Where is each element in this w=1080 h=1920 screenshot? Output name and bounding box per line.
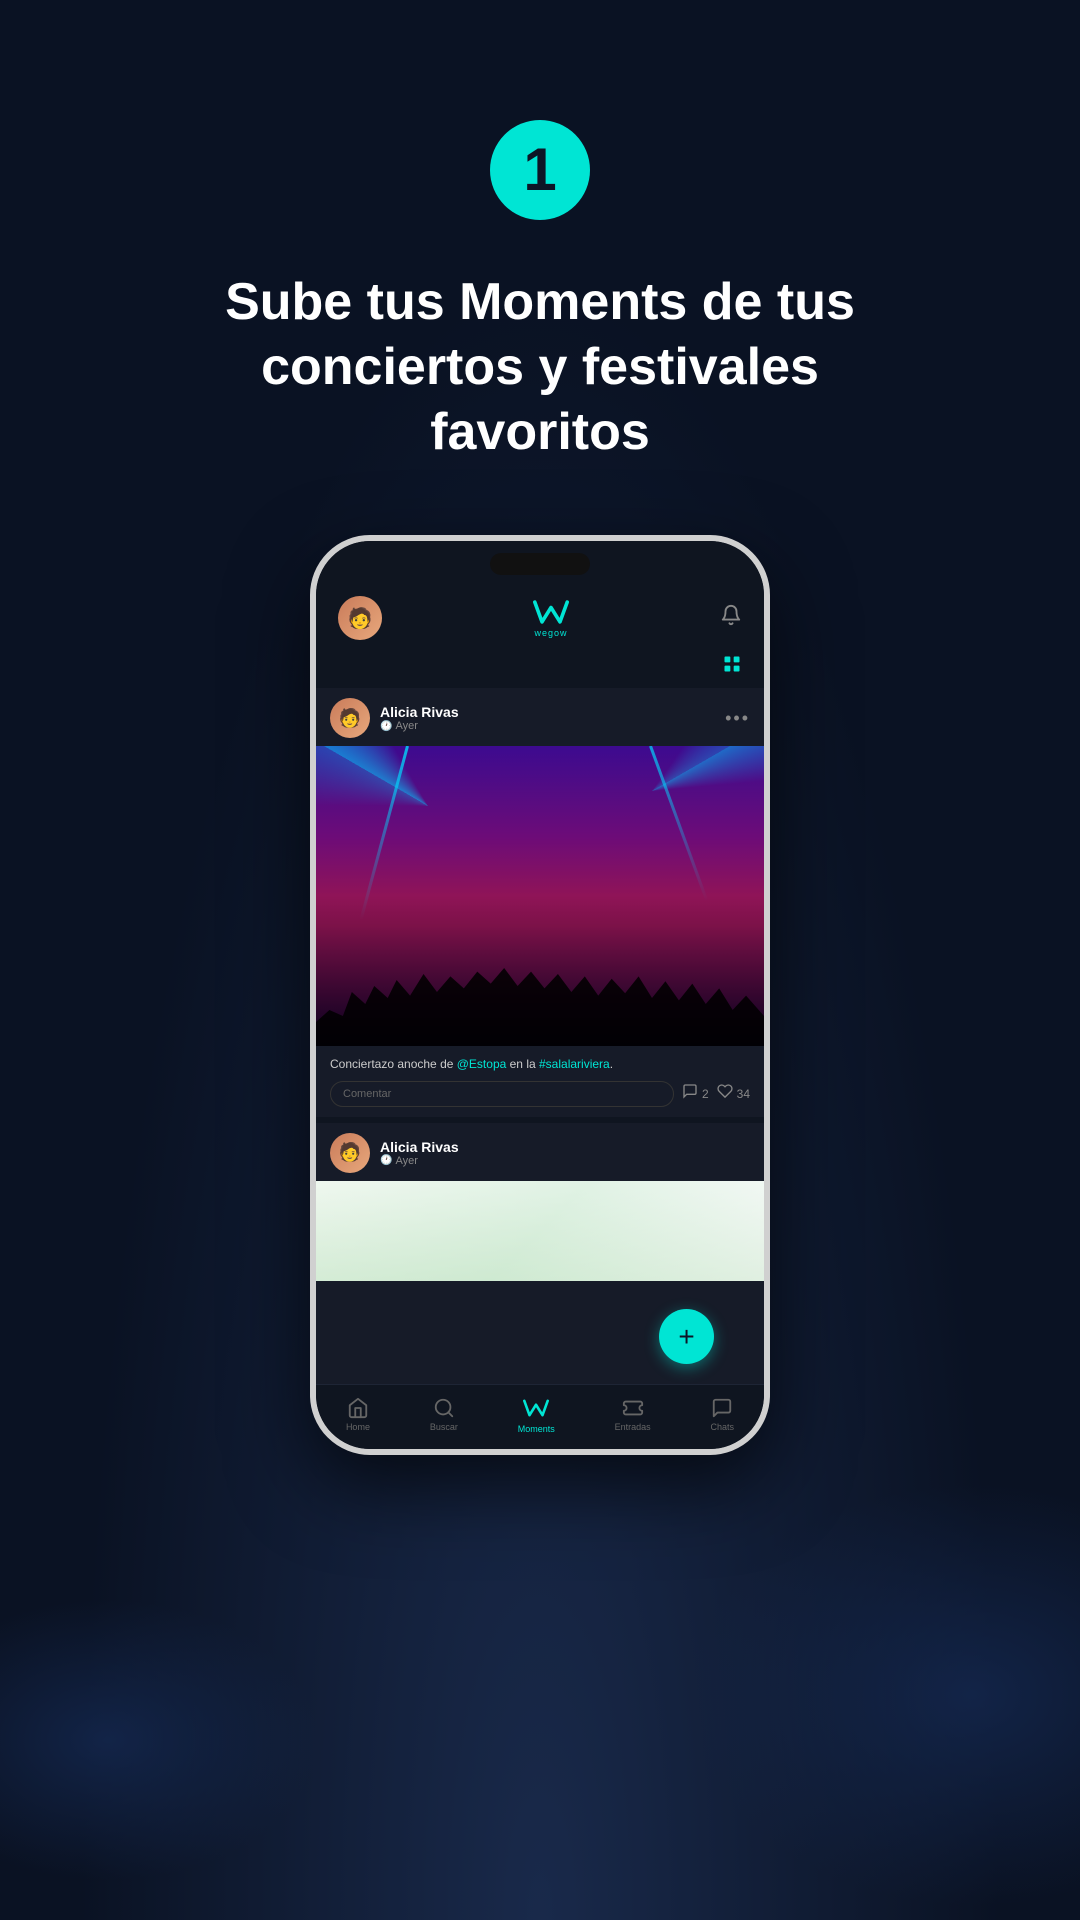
post-actions-1: Comentar 2 <box>330 1081 750 1107</box>
wegow-logo: wegow <box>533 598 569 638</box>
post-user-info-2: 🧑 Alicia Rivas 🕐 Ayer <box>330 1133 459 1173</box>
page-content: 1 Sube tus Moments de tus conciertos y f… <box>0 0 1080 1920</box>
nav-item-buscar[interactable]: Buscar <box>430 1397 458 1432</box>
nav-label-moments: Moments <box>518 1424 555 1434</box>
nav-item-chats[interactable]: Chats <box>711 1397 735 1432</box>
headline-line1: Sube tus Moments de tus <box>225 273 855 331</box>
mention-estopa[interactable]: @Estopa <box>457 1057 507 1071</box>
headline-line2: conciertos y festivales favoritos <box>261 338 819 461</box>
hashtag-sala[interactable]: #salalariviera <box>539 1057 610 1071</box>
wegow-text: wegow <box>534 628 567 638</box>
chats-icon <box>711 1397 733 1419</box>
comment-count: 2 <box>702 1087 709 1101</box>
home-icon <box>347 1397 369 1419</box>
nav-label-buscar: Buscar <box>430 1422 458 1432</box>
ticket-icon <box>622 1397 644 1419</box>
phone-notch <box>490 553 590 575</box>
post-header-2: 🧑 Alicia Rivas 🕐 Ayer <box>316 1123 764 1181</box>
post-more-button-1[interactable]: ••• <box>725 708 750 729</box>
phone-screen: 🧑 wegow <box>316 541 764 1449</box>
nav-label-chats: Chats <box>711 1422 735 1432</box>
search-icon <box>433 1397 455 1419</box>
post-header-1: 🧑 Alicia Rivas 🕐 Ayer <box>316 688 764 746</box>
post-time-2: 🕐 Ayer <box>380 1155 459 1167</box>
concert-image-1 <box>316 746 764 1046</box>
nav-item-entradas[interactable]: Entradas <box>615 1397 651 1432</box>
phone-mockup: 🧑 wegow <box>310 535 770 1455</box>
phone-frame: 🧑 wegow <box>310 535 770 1455</box>
nav-item-moments[interactable]: Moments <box>518 1395 555 1434</box>
headline: Sube tus Moments de tus conciertos y fes… <box>115 270 965 465</box>
post-avatar-2[interactable]: 🧑 <box>330 1133 370 1173</box>
feed: 🧑 Alicia Rivas 🕐 Ayer <box>316 688 764 1384</box>
post-time-1: 🕐 Ayer <box>380 720 459 732</box>
clock-icon-2: 🕐 <box>380 1155 392 1166</box>
clock-icon-1: 🕐 <box>380 721 392 732</box>
step-number: 1 <box>523 140 556 200</box>
wegow-icon <box>533 598 569 626</box>
comment-input-1[interactable]: Comentar <box>330 1081 674 1107</box>
grid-icon-bar <box>316 650 764 688</box>
like-icon <box>717 1083 733 1104</box>
post-username-2: Alicia Rivas <box>380 1139 459 1155</box>
grid-view-icon[interactable] <box>722 654 742 680</box>
step-badge: 1 <box>490 120 590 220</box>
post-user-details-1: Alicia Rivas 🕐 Ayer <box>380 704 459 732</box>
post-card-1: 🧑 Alicia Rivas 🕐 Ayer <box>316 688 764 1117</box>
moments-icon <box>523 1395 549 1421</box>
post-caption-1: Conciertazo anoche de @Estopa en la #sal… <box>330 1056 750 1073</box>
post-user-details-2: Alicia Rivas 🕐 Ayer <box>380 1139 459 1167</box>
nav-label-entradas: Entradas <box>615 1422 651 1432</box>
comment-count-group[interactable]: 2 <box>682 1083 709 1104</box>
nav-label-home: Home <box>346 1422 370 1432</box>
post-user-info-1: 🧑 Alicia Rivas 🕐 Ayer <box>330 698 459 738</box>
fab-add-button[interactable]: + <box>659 1309 714 1364</box>
nav-item-home[interactable]: Home <box>346 1397 370 1432</box>
post-preview-image-2 <box>316 1181 764 1281</box>
comment-icon <box>682 1083 698 1104</box>
like-count: 34 <box>737 1087 750 1101</box>
notification-bell-icon[interactable] <box>720 604 742 632</box>
like-count-group[interactable]: 34 <box>717 1083 750 1104</box>
bottom-navigation: Home Buscar Moments <box>316 1384 764 1449</box>
post-avatar-1[interactable]: 🧑 <box>330 698 370 738</box>
post-footer-1: Conciertazo anoche de @Estopa en la #sal… <box>316 1046 764 1117</box>
post-card-2: 🧑 Alicia Rivas 🕐 Ayer <box>316 1123 764 1384</box>
post-username-1: Alicia Rivas <box>380 704 459 720</box>
user-avatar[interactable]: 🧑 <box>338 596 382 640</box>
